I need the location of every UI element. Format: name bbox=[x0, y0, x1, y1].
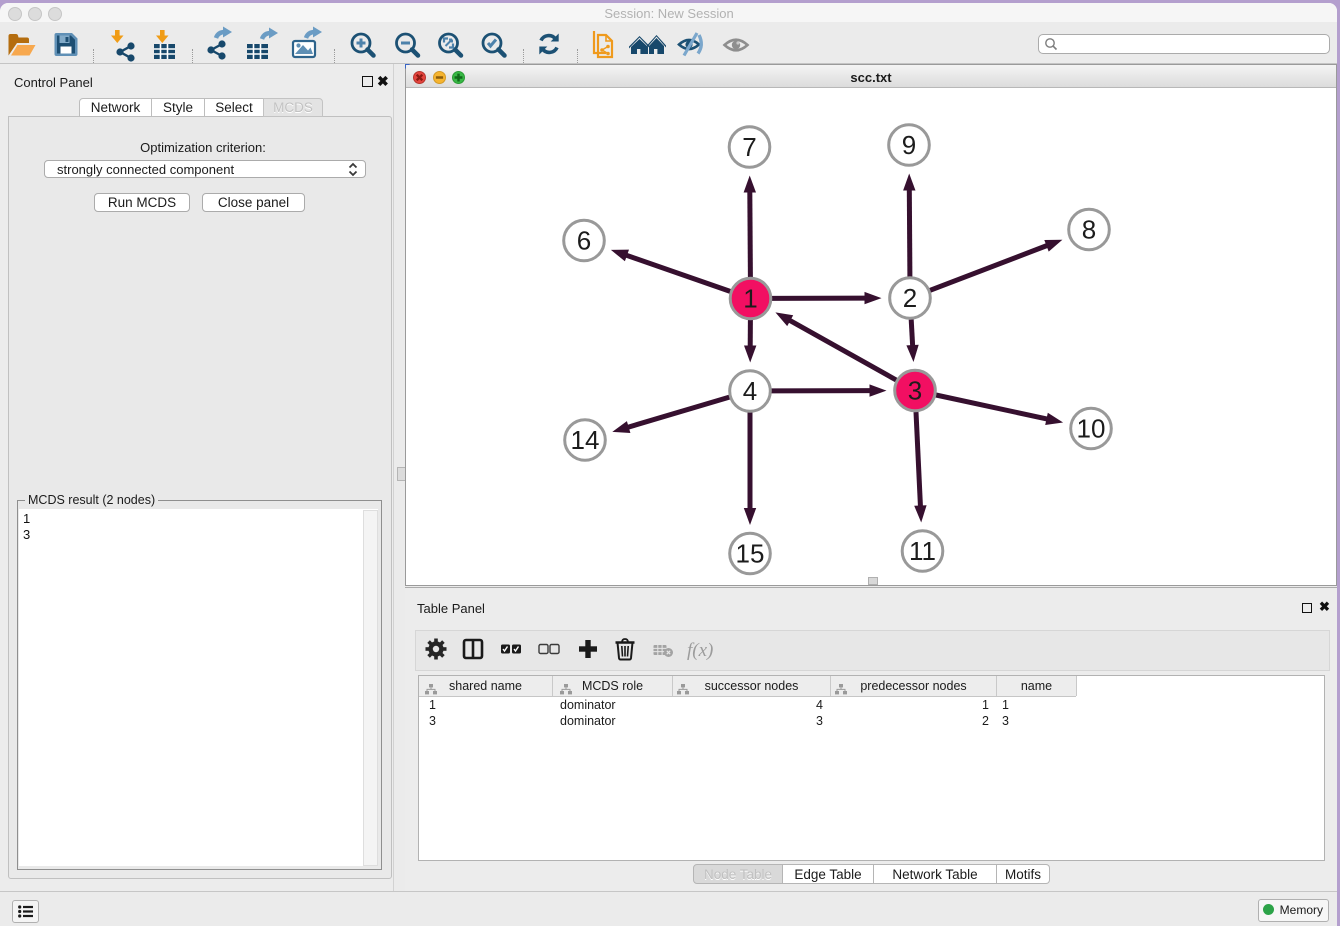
svg-text:f(x): f(x) bbox=[687, 640, 713, 661]
svg-text:1: 1 bbox=[743, 284, 757, 314]
svg-text:14: 14 bbox=[571, 425, 600, 455]
svg-text:10: 10 bbox=[1077, 414, 1106, 444]
svg-text:8: 8 bbox=[1082, 215, 1096, 245]
svg-text:6: 6 bbox=[577, 226, 591, 256]
svg-text:11: 11 bbox=[909, 536, 936, 566]
svg-text:9: 9 bbox=[902, 130, 916, 160]
svg-text:15: 15 bbox=[736, 539, 765, 569]
svg-text:2: 2 bbox=[903, 283, 917, 313]
svg-text:3: 3 bbox=[908, 376, 922, 406]
svg-text:4: 4 bbox=[743, 376, 757, 406]
svg-text:7: 7 bbox=[742, 132, 756, 162]
